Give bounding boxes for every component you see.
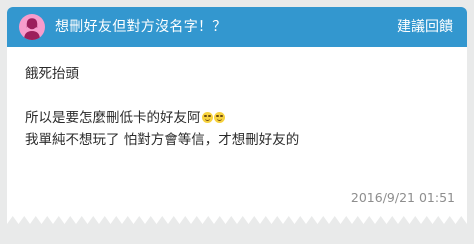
torn-edge-decoration bbox=[7, 215, 467, 224]
post-line-1: 餓死抬頭 bbox=[25, 66, 79, 82]
female-avatar-icon bbox=[19, 14, 45, 40]
relieved-face-emoji bbox=[213, 112, 225, 123]
post-card: 想刪好友但對方沒名字！？ 建議回饋 餓死抬頭 所以是要怎麼刪低卡的好友阿 我單純… bbox=[7, 7, 467, 237]
post-line-3: 我單純不想玩了 怕對方會等信，才想刪好友的 bbox=[25, 132, 300, 148]
relieved-face-emoji bbox=[201, 112, 213, 123]
post-content: 餓死抬頭 所以是要怎麼刪低卡的好友阿 我單純不想玩了 怕對方會等信，才想刪好友的 bbox=[25, 63, 299, 151]
post-line-2: 所以是要怎麼刪低卡的好友阿 bbox=[25, 107, 299, 129]
feedback-button[interactable]: 建議回饋 bbox=[397, 7, 453, 47]
post-body: 餓死抬頭 所以是要怎麼刪低卡的好友阿 我單純不想玩了 怕對方會等信，才想刪好友的… bbox=[7, 47, 467, 215]
post-title: 想刪好友但對方沒名字！？ bbox=[55, 19, 227, 35]
post-line-2-text: 所以是要怎麼刪低卡的好友阿 bbox=[25, 110, 201, 126]
post-timestamp: 2016/9/21 01:51 bbox=[350, 190, 455, 205]
post-header: 想刪好友但對方沒名字！？ 建議回饋 bbox=[7, 7, 467, 47]
